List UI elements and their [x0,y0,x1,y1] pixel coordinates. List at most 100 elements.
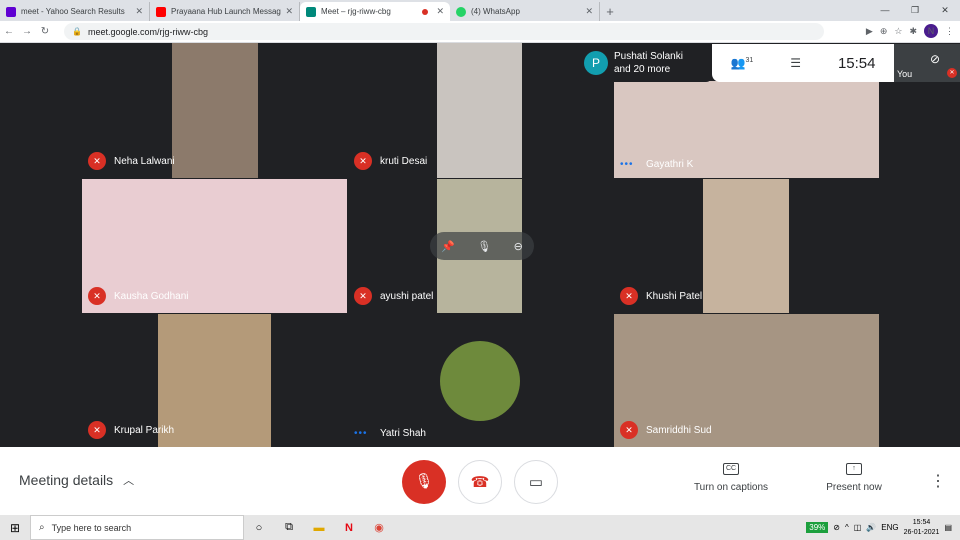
remove-icon[interactable]: ⊖ [514,240,523,253]
camera-toggle-button[interactable]: ▭ [514,460,558,504]
present-icon: ↑ [846,463,862,475]
join-notification: P Pushati Solanki and 20 more [576,44,712,82]
camera-off-icon: ⊘ [929,52,940,66]
new-tab-button[interactable]: + [600,2,620,21]
tab-youtube[interactable]: Prayaana Hub Launch Message i ✕ [150,2,300,21]
mic-off-icon: ✕ [354,287,372,305]
leave-call-button[interactable]: ☎ [458,460,502,504]
participant-tile[interactable]: ✕ Krupal Parikh [82,314,347,447]
meeting-details-button[interactable]: Meeting details ︿ [19,472,134,488]
participant-video [172,43,258,178]
chrome-icon[interactable]: ◉ [364,521,394,534]
toolbar-icons: ▶ ⊕ ☆ ✱ N ⋮ [866,24,954,38]
minimize-icon[interactable]: — [870,0,900,20]
participant-tile[interactable]: ✕ Khushi Patel [614,179,879,313]
menu-kebab-icon[interactable]: ⋮ [945,26,954,37]
camera-indicator-icon[interactable]: ▶ [866,26,873,37]
participant-label: ✕ Krupal Parikh [88,421,174,439]
network-icon[interactable]: ◫ [854,523,862,532]
participant-video [158,314,271,447]
people-button[interactable]: 👥31 [730,56,753,70]
participant-tile[interactable]: ✕ kruti Desai [348,43,613,178]
mute-icon[interactable]: 🎙 [477,240,491,253]
notifications-icon[interactable]: ▤ [944,523,952,532]
tab-bar: meet - Yahoo Search Results ✕ Prayaana H… [0,0,960,21]
profile-avatar[interactable]: N [924,24,938,38]
mic-off-icon: ✕ [947,68,957,78]
forward-icon[interactable]: → [18,26,36,37]
reload-icon[interactable]: ↻ [36,26,54,37]
participant-name: Yatri Shah [380,428,426,439]
system-clock[interactable]: 15:54 26-01-2021 [904,518,940,538]
mic-off-icon: 🎙 [414,473,434,490]
action-center-icon[interactable]: ⊘ [833,523,840,532]
people-icon: 👥 [730,56,746,70]
participant-label: ✕ Neha Lalwani [88,152,175,170]
taskbar: ⊞ ⌕ Type here to search ○ ⧉ ▬ N ◉ 39% ⊘ … [0,515,960,540]
participant-name: Gayathri K [646,159,694,170]
close-icon[interactable]: ✕ [436,6,444,17]
more-options-icon[interactable]: ⋮ [930,471,946,491]
participant-tile[interactable]: ✕ Samriddhi Sud [614,314,879,447]
participant-label: ✕ Khushi Patel [620,287,702,305]
zoom-icon[interactable]: ⊕ [880,26,888,37]
participant-name: Samriddhi Sud [646,424,712,436]
tab-whatsapp[interactable]: (4) WhatsApp ✕ [450,2,600,21]
present-button[interactable]: ↑ Present now [822,463,886,493]
url-field[interactable]: 🔒 meet.google.com/rjg-riww-cbg [64,23,824,40]
mic-off-icon: ✕ [88,421,106,439]
taskbar-search[interactable]: ⌕ Type here to search [30,515,244,540]
close-icon[interactable]: ✕ [135,6,143,17]
cortana-icon[interactable]: ○ [244,522,274,534]
whatsapp-icon [456,6,466,17]
participant-name: ayushi patel [380,290,434,302]
tab-yahoo[interactable]: meet - Yahoo Search Results ✕ [0,2,150,21]
clock-time: 15:54 [912,518,931,526]
close-window-icon[interactable]: ✕ [930,0,960,20]
bottom-controls: Meeting details ︿ 🎙 ☎ ▭ CC Turn on capti… [0,447,960,515]
participant-name: Khushi Patel [646,290,703,302]
chevron-up-icon[interactable]: ^ [845,523,849,532]
netflix-icon[interactable]: N [334,522,364,534]
windows-start-icon[interactable]: ⊞ [0,521,30,535]
captions-icon: CC [723,463,739,475]
self-view[interactable]: ⊘ ✕ You [894,44,960,82]
avatar: P [584,51,608,75]
window-controls: — ❐ ✕ [870,0,960,20]
volume-icon[interactable]: 🔊 [866,523,876,532]
microphone-toggle-button[interactable]: 🎙 [402,460,446,504]
extensions-icon[interactable]: ✱ [909,26,917,37]
lock-icon: 🔒 [72,27,82,36]
participant-label: ✕ Samriddhi Sud [620,421,712,439]
url-text: meet.google.com/rjg-riww-cbg [87,26,209,37]
bookmark-star-icon[interactable]: ☆ [894,26,902,37]
chevron-up-icon: ︿ [123,475,135,487]
tab-meet[interactable]: Meet – rjg-riww-cbg ✕ [300,2,450,21]
youtube-icon [156,6,166,17]
participant-name: Neha Lalwani [114,155,175,167]
tab-title: Meet – rjg-riww-cbg [321,7,391,16]
participant-tile[interactable]: ••• Gayathri K [614,81,879,178]
file-explorer-icon[interactable]: ▬ [304,522,334,534]
lang-label[interactable]: ENG [881,523,898,532]
clock-date: 26-01-2021 [903,528,940,536]
mic-off-icon: ✕ [88,287,106,305]
meet-icon [306,6,316,17]
close-icon[interactable]: ✕ [285,6,293,17]
chat-icon[interactable]: ☰ [790,56,801,70]
maximize-icon[interactable]: ❐ [900,0,930,20]
mic-off-icon: ✕ [620,287,638,305]
participant-tile[interactable]: ✕ Neha Lalwani [82,43,347,178]
participant-tile[interactable]: ✕ Kausha Godhani [82,179,347,313]
search-icon: ⌕ [39,522,45,533]
close-icon[interactable]: ✕ [585,6,593,17]
battery-indicator[interactable]: 39% [806,522,829,533]
participant-label: ✕ Kausha Godhani [88,287,189,305]
pin-icon[interactable]: 📌 [441,240,455,253]
captions-button[interactable]: CC Turn on captions [690,463,772,493]
participant-tile[interactable]: ••• Yatri Shah [348,314,613,447]
speaking-indicator-icon: ••• [354,428,368,439]
task-view-icon[interactable]: ⧉ [274,521,304,534]
participant-name: kruti Desai [380,155,428,167]
back-icon[interactable]: ← [0,26,18,37]
